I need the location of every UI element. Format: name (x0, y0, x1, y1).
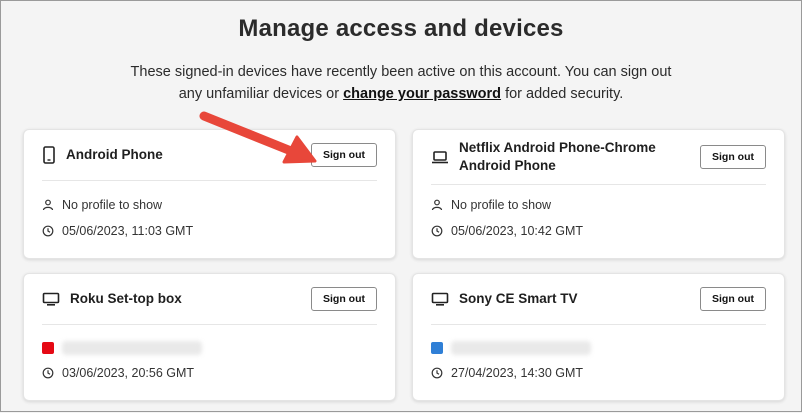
device-card-android-phone: Android Phone Sign out No profile to sho… (23, 129, 396, 259)
device-name: Android Phone (66, 147, 163, 162)
device-card-header: Netflix Android Phone-Chrome Android Pho… (431, 130, 766, 185)
last-active-row: 05/06/2023, 11:03 GMT (42, 224, 193, 238)
last-active-text: 05/06/2023, 10:42 GMT (451, 224, 584, 238)
redacted-profile-name (62, 341, 202, 355)
description-text-post: for added security. (501, 86, 624, 102)
profile-text: No profile to show (62, 198, 163, 212)
device-card-header: Android Phone Sign out (42, 130, 377, 181)
device-card-netflix-android-chrome: Netflix Android Phone-Chrome Android Pho… (412, 129, 785, 259)
profile-row (431, 341, 591, 355)
device-name: Roku Set-top box (70, 291, 182, 306)
person-icon (431, 199, 443, 211)
profile-text: No profile to show (451, 198, 552, 212)
profile-row: No profile to show (42, 198, 162, 212)
person-icon (42, 199, 54, 211)
description-text-pre: any unfamiliar devices or (178, 86, 344, 102)
sign-out-button[interactable]: Sign out (700, 145, 766, 169)
page-description: These signed-in devices have recently be… (1, 61, 801, 105)
clock-icon (431, 367, 443, 379)
last-active-row: 03/06/2023, 20:56 GMT (42, 366, 194, 380)
device-card-header: Sony CE Smart TV Sign out (431, 274, 766, 325)
clock-icon (42, 367, 54, 379)
profile-avatar-icon (42, 342, 54, 354)
sign-out-button[interactable]: Sign out (311, 287, 377, 311)
device-card-roku: Roku Set-top box Sign out 03/06/2023, 20… (23, 273, 396, 401)
device-card-sony-tv: Sony CE Smart TV Sign out 27/04/2023, 14… (412, 273, 785, 401)
change-password-link[interactable]: change your password (343, 86, 501, 102)
device-card-header: Roku Set-top box Sign out (42, 274, 377, 325)
device-name: Sony CE Smart TV (459, 291, 578, 306)
sign-out-button[interactable]: Sign out (700, 287, 766, 311)
last-active-text: 05/06/2023, 11:03 GMT (62, 224, 194, 238)
last-active-row: 27/04/2023, 14:30 GMT (431, 366, 583, 380)
profile-avatar-icon (431, 342, 443, 354)
tv-icon (42, 292, 60, 306)
laptop-icon (431, 150, 449, 164)
clock-icon (431, 225, 443, 237)
last-active-text: 27/04/2023, 14:30 GMT (451, 366, 584, 380)
clock-icon (42, 225, 54, 237)
sign-out-button[interactable]: Sign out (311, 143, 377, 167)
description-line-1: These signed-in devices have recently be… (130, 64, 672, 80)
phone-icon (42, 146, 56, 164)
profile-row: No profile to show (431, 198, 551, 212)
last-active-text: 03/06/2023, 20:56 GMT (62, 366, 195, 380)
redacted-profile-name (451, 341, 591, 355)
tv-icon (431, 292, 449, 306)
page-title: Manage access and devices (238, 15, 564, 42)
profile-row (42, 341, 202, 355)
last-active-row: 05/06/2023, 10:42 GMT (431, 224, 583, 238)
device-name: Netflix Android Phone-Chrome Android Pho… (459, 140, 656, 173)
